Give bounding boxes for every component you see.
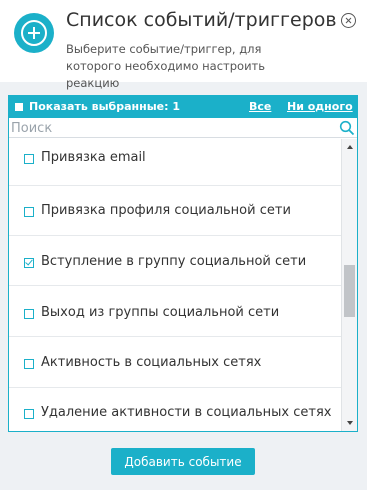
- list-item-label: Вступление в группу социальной сети: [41, 254, 307, 269]
- list-item-label: Привязка email: [41, 150, 146, 165]
- close-icon[interactable]: [341, 13, 356, 28]
- show-selected-checkbox[interactable]: [15, 103, 23, 111]
- checkbox[interactable]: [24, 409, 34, 419]
- checkbox[interactable]: [24, 309, 34, 319]
- list-item-social-activity[interactable]: Активность в социальных сетях: [9, 338, 341, 388]
- scroll-down-arrow-icon[interactable]: [347, 421, 353, 425]
- add-event-button[interactable]: Добавить событие: [111, 448, 255, 475]
- scroll-up-arrow-icon[interactable]: [347, 145, 353, 149]
- panel-toolbar: Показать выбранные: 1 Все Ни одного: [9, 96, 357, 118]
- show-selected-label[interactable]: Показать выбранные: 1: [29, 100, 180, 113]
- page-subtitle: Выберите событие/триггер, для которого н…: [66, 42, 266, 90]
- header: Список событий/триггеров Выберите событи…: [0, 0, 367, 90]
- select-all-link[interactable]: Все: [249, 100, 271, 113]
- event-list: Привязка email Привязка профиля социальн…: [9, 139, 341, 431]
- page-title: Список событий/триггеров: [66, 9, 337, 31]
- list-item-label: Активность в социальных сетях: [41, 355, 262, 370]
- checkbox[interactable]: [24, 207, 34, 217]
- scroll-thumb[interactable]: [344, 265, 355, 317]
- list-item-social-profile-binding[interactable]: Привязка профиля социальной сети: [9, 186, 341, 236]
- search-row: [9, 118, 357, 138]
- select-none-link[interactable]: Ни одного: [287, 100, 353, 113]
- search-input[interactable]: [11, 119, 333, 137]
- list-item-label: Выход из группы социальной сети: [41, 305, 280, 320]
- checkbox-checked[interactable]: [24, 258, 34, 268]
- event-list-panel: Показать выбранные: 1 Все Ни одного Прив…: [8, 95, 358, 432]
- checkbox[interactable]: [24, 154, 34, 164]
- list-item-remove-social-activity[interactable]: Удаление активности в социальных сетях: [9, 389, 341, 431]
- list-item-leave-social-group[interactable]: Выход из группы социальной сети: [9, 287, 341, 337]
- list-scrollbar[interactable]: [341, 139, 357, 431]
- list-item-email-binding[interactable]: Привязка email: [9, 139, 341, 186]
- list-item-join-social-group[interactable]: Вступление в группу социальной сети: [9, 236, 341, 286]
- search-icon[interactable]: [339, 120, 355, 136]
- list-item-label: Удаление активности в социальных сетях: [41, 405, 332, 420]
- list-item-label: Привязка профиля социальной сети: [41, 203, 291, 218]
- checkbox[interactable]: [24, 359, 34, 369]
- plus-circle-icon[interactable]: [14, 13, 54, 53]
